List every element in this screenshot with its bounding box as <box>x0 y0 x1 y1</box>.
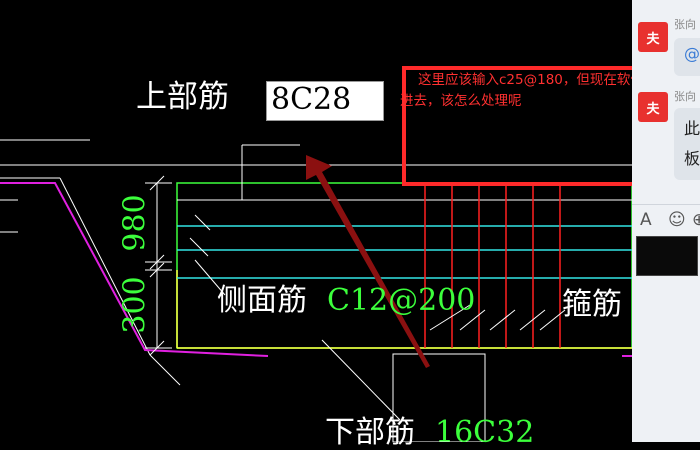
chat-message[interactable]: 此板 <box>674 108 700 180</box>
dimension-upper: 980 <box>117 194 153 252</box>
chat-sender-name: 张向 <box>674 90 696 103</box>
avatar[interactable]: 夫 <box>638 22 668 52</box>
pointer-arrow <box>306 155 430 368</box>
side-rebar-label: 侧面筋 <box>217 283 307 318</box>
stirrup-lines <box>424 186 561 348</box>
chat-message[interactable]: @ <box>674 38 700 76</box>
top-rebar-input[interactable]: 8C28 <box>266 81 384 121</box>
stirrup-label: 箍筋 <box>562 287 622 322</box>
emoji-icon[interactable]: ☺ <box>668 210 686 230</box>
image-thumbnail[interactable] <box>636 236 698 276</box>
chat-toolbar: A ☺ ⊕ <box>632 204 700 235</box>
top-rebar-label: 上部筋 <box>136 79 229 115</box>
chat-sender-name: 张向 <box>674 18 696 31</box>
bottom-rebar-value[interactable]: 16C32 <box>435 418 534 448</box>
chat-panel: 夫 张向 @ 夫 张向 此板 A ☺ ⊕ <box>632 0 700 442</box>
more-icon[interactable]: ⊕ <box>692 210 700 230</box>
font-icon[interactable]: A <box>640 210 652 230</box>
dimension-lower: 300 <box>117 276 153 334</box>
side-rebar-value[interactable]: C12@200 <box>327 286 475 316</box>
avatar[interactable]: 夫 <box>638 92 668 122</box>
bottom-rebar-label: 下部筋 <box>325 415 415 450</box>
